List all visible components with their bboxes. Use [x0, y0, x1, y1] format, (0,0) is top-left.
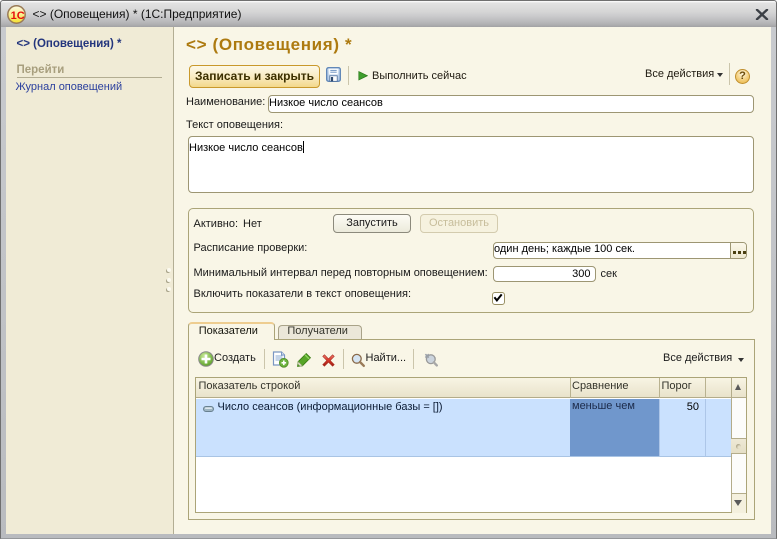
- svg-text:1С: 1С: [11, 10, 25, 22]
